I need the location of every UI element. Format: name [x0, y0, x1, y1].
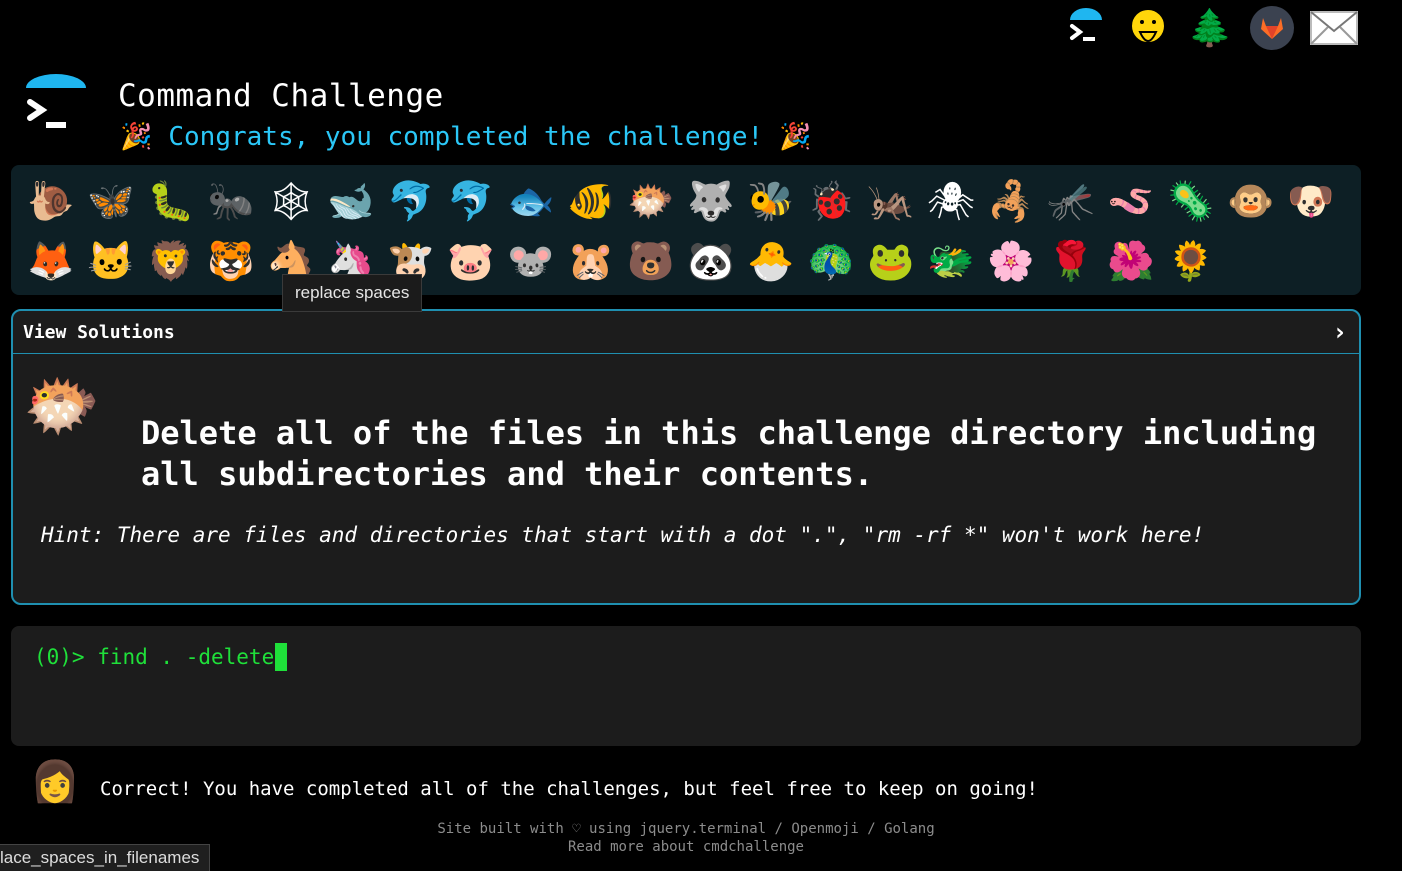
challenge-emoji-icon[interactable]: 🐵: [1221, 173, 1281, 229]
challenge-emoji-icon[interactable]: 🐲: [921, 233, 981, 289]
challenge-emoji-icon[interactable]: 🦋: [81, 173, 141, 229]
challenge-panel: View Solutions › 🐡 Delete all of the fil…: [11, 309, 1361, 605]
challenge-emoji-icon[interactable]: 🐜: [201, 173, 261, 229]
challenge-emoji-icon[interactable]: 🐻: [621, 233, 681, 289]
challenge-emoji-icon[interactable]: 🐬: [441, 173, 501, 229]
terminal-cursor: [275, 643, 288, 671]
challenge-emoji-icon[interactable]: 🦁: [141, 233, 201, 289]
challenge-emoji-icon[interactable]: 🐯: [201, 233, 261, 289]
view-solutions-toggle[interactable]: View Solutions ›: [13, 311, 1359, 354]
challenge-emoji-icon[interactable]: 🌸: [981, 233, 1041, 289]
challenge-description: Delete all of the files in this challeng…: [141, 414, 1317, 493]
gitlab-icon[interactable]: [1248, 4, 1296, 52]
challenge-row-2: 🦊 🐱 🦁 🐯 🐴 🦄 🐮 🐷 🐭 🐹 🐻 🐼 🐣 🦚 🐸 🐲 🌸 🌹 🌺 🌻: [21, 233, 1221, 289]
challenge-emoji-icon[interactable]: 🦠: [1161, 173, 1221, 229]
challenge-emoji-icon[interactable]: 🪱: [1101, 173, 1161, 229]
blowfish-icon: 🐡: [23, 369, 101, 442]
party-popper-icon: 🎉: [120, 122, 153, 152]
terminal[interactable]: (0)> find . -delete: [11, 626, 1361, 746]
terminal-command[interactable]: find . -delete: [97, 645, 274, 669]
result-message: Correct! You have completed all of the c…: [100, 778, 1038, 800]
challenge-emoji-icon[interactable]: 🕸: [261, 173, 321, 229]
challenge-emoji-icon[interactable]: 🐭: [501, 233, 561, 289]
congrats-message: 🎉 Congrats, you completed the challenge!…: [120, 122, 812, 152]
woman-icon: 👩: [30, 759, 80, 805]
terminal-icon[interactable]: [1062, 4, 1110, 52]
challenge-emoji-icon[interactable]: 🐷: [441, 233, 501, 289]
party-popper-icon: 🎉: [779, 122, 812, 152]
challenge-tray: 🐌 🦋 🐛 🐜 🕸 🐋 🐬 🐬 🐟 🐠 🐡 🐺 🐝 🐞 🦗 🕷 🦂 🦟 🪱 🦠 🐵 🐶 🦊 🐱 🦁 🐯 🐴 🦄 🐮 🐷 🐭 🐹 🐻 🐼 🐣 🦚 🐸 🐲 🌸…: [11, 165, 1361, 295]
challenge-emoji-icon[interactable]: 🐶: [1281, 173, 1341, 229]
challenge-emoji-icon[interactable]: 🐡: [621, 173, 681, 229]
challenge-emoji-icon[interactable]: 🌺: [1101, 233, 1161, 289]
top-nav: 🌲: [1062, 4, 1358, 52]
challenge-emoji-icon[interactable]: 🦟: [1041, 173, 1101, 229]
site-logo-icon[interactable]: [24, 72, 88, 136]
challenge-emoji-icon[interactable]: 🐛: [141, 173, 201, 229]
chevron-right-icon: ›: [1332, 318, 1347, 346]
terminal-line[interactable]: (0)> find . -delete: [34, 643, 288, 671]
challenge-row-1: 🐌 🦋 🐛 🐜 🕸 🐋 🐬 🐬 🐟 🐠 🐡 🐺 🐝 🐞 🦗 🕷 🦂 🦟 🪱 🦠 🐵 🐶: [21, 173, 1341, 229]
challenge-emoji-icon[interactable]: 🐼: [681, 233, 741, 289]
terminal-prompt: (0)>: [34, 645, 98, 669]
challenge-emoji-icon[interactable]: 🐟: [501, 173, 561, 229]
challenge-emoji-icon[interactable]: 🐬: [381, 173, 441, 229]
challenge-emoji-icon[interactable]: 🐸: [861, 233, 921, 289]
congrats-text: Congrats, you completed the challenge!: [168, 122, 764, 152]
challenge-emoji-icon[interactable]: 🐝: [741, 173, 801, 229]
challenge-emoji-icon[interactable]: 🕷: [921, 173, 981, 229]
footer-about-link[interactable]: Read more about cmdchallenge: [568, 839, 804, 855]
tree-icon[interactable]: 🌲: [1186, 4, 1234, 52]
view-solutions-label: View Solutions: [23, 321, 175, 343]
challenge-emoji-icon[interactable]: 🐞: [801, 173, 861, 229]
challenge-emoji-icon[interactable]: 🐹: [561, 233, 621, 289]
link-status-bar: lace_spaces_in_filenames: [0, 844, 211, 871]
challenge-emoji-icon[interactable]: 🦂: [981, 173, 1041, 229]
challenge-emoji-icon[interactable]: 🐺: [681, 173, 741, 229]
face-hand-over-mouth-icon[interactable]: [1124, 4, 1172, 52]
challenge-hint: Hint: There are files and directories th…: [41, 523, 1205, 547]
mail-icon[interactable]: [1310, 4, 1358, 52]
challenge-emoji-icon[interactable]: 🦚: [801, 233, 861, 289]
challenge-emoji-icon[interactable]: 🐱: [81, 233, 141, 289]
challenge-emoji-icon[interactable]: 🦊: [21, 233, 81, 289]
challenge-emoji-icon[interactable]: 🐣: [741, 233, 801, 289]
challenge-emoji-icon[interactable]: 🐠: [561, 173, 621, 229]
challenge-emoji-icon[interactable]: 🐋: [321, 173, 381, 229]
challenge-tooltip: replace spaces: [282, 274, 423, 312]
page-title: Command Challenge: [118, 78, 444, 114]
challenge-emoji-icon[interactable]: 🐌: [21, 173, 81, 229]
footer-credits-link[interactable]: Site built with ♡ using jquery.terminal …: [437, 821, 934, 837]
challenge-emoji-icon[interactable]: 🦗: [861, 173, 921, 229]
challenge-emoji-icon[interactable]: 🌹: [1041, 233, 1101, 289]
challenge-emoji-icon[interactable]: 🌻: [1161, 233, 1221, 289]
